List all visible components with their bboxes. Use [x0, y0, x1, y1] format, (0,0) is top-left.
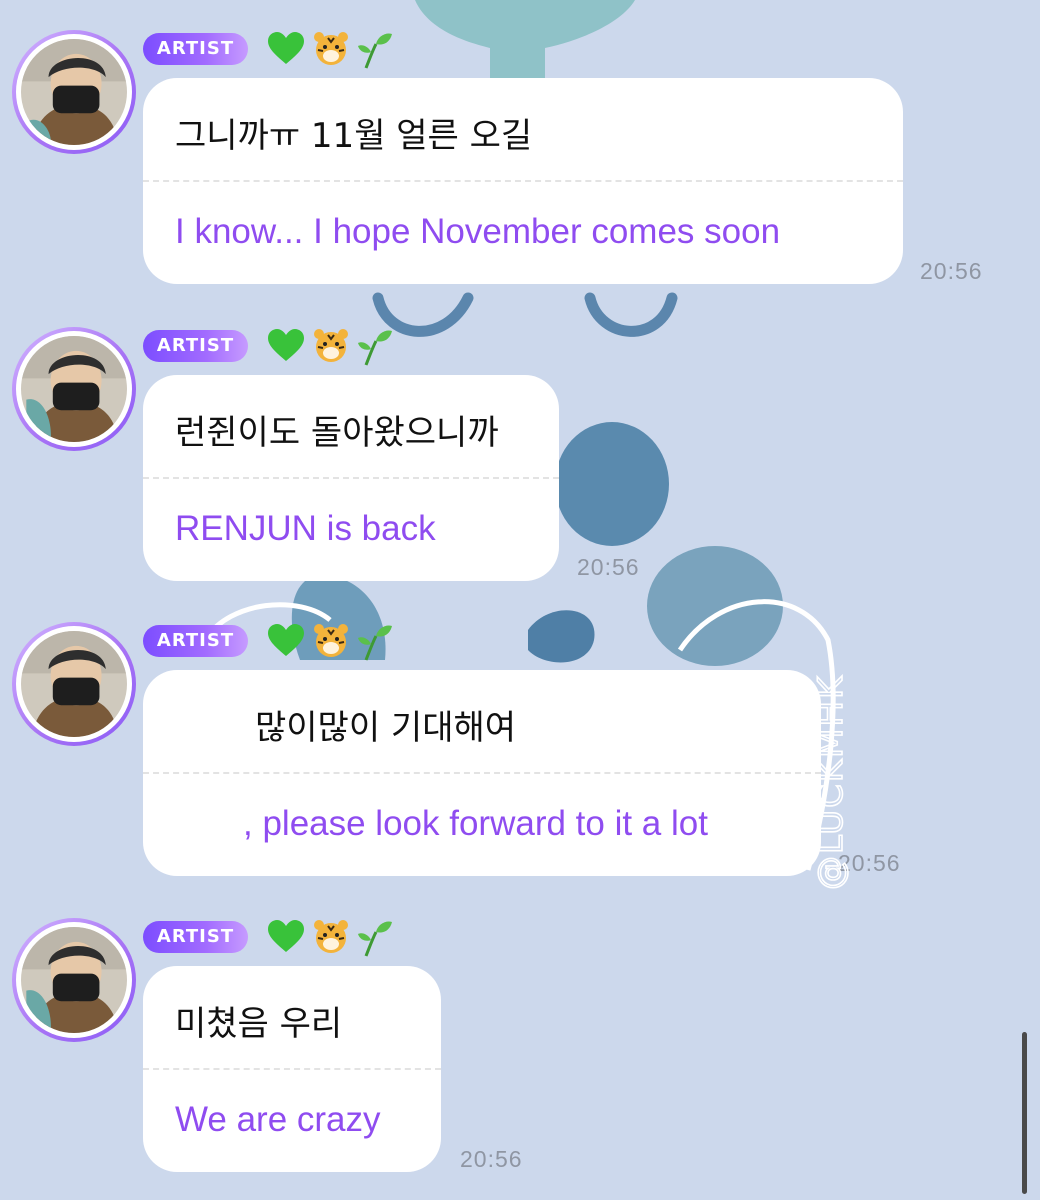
message-2: ARTIST 런쥔이도 돌아왔으니까 RENJUN is back 20:56: [0, 327, 1040, 587]
bubble-divider: [143, 477, 559, 479]
message-bubble[interactable]: 많이많이 기대해여 , please look forward to it a …: [143, 670, 821, 876]
message-timestamp: 20:56: [920, 258, 983, 284]
message-text-translation: I know... I hope November comes soon: [175, 212, 781, 251]
message-3: ARTIST 많이많이 기대해여 , please look forward t…: [0, 622, 1040, 882]
green-heart-icon: [268, 329, 304, 361]
green-heart-icon: [268, 32, 304, 64]
artist-avatar[interactable]: [12, 327, 136, 451]
seedling-icon: [358, 921, 392, 957]
emoji-row: [266, 622, 406, 662]
message-text-korean: 런쥔이도 돌아왔으니까: [175, 413, 499, 453]
artist-badge: ARTIST: [143, 921, 248, 953]
artist-avatar[interactable]: [12, 30, 136, 154]
message-text-translation: RENJUN is back: [175, 509, 436, 548]
artist-badge: ARTIST: [143, 33, 248, 65]
tiger-face-icon: [314, 32, 348, 65]
emoji-row: [266, 918, 406, 958]
bubble-divider: [143, 772, 821, 774]
avatar-photo: [21, 631, 127, 737]
message-timestamp: 20:56: [460, 1146, 523, 1172]
artist-badge: ARTIST: [143, 330, 248, 362]
seedling-icon: [358, 33, 392, 69]
artist-avatar[interactable]: [12, 918, 136, 1042]
avatar-photo: [21, 927, 127, 1033]
message-timestamp: 20:56: [577, 554, 640, 580]
message-text-korean: 미쳤음 우리: [175, 1004, 343, 1044]
tiger-face-icon: [314, 920, 348, 953]
emoji-row: [266, 30, 406, 70]
message-1: ARTIST 그니까ㅠ 11월 얼른 오길 I know... I hope N…: [0, 30, 1040, 290]
artist-badge: ARTIST: [143, 625, 248, 657]
message-text-korean: 그니까ㅠ 11월 얼른 오길: [175, 116, 533, 156]
green-heart-icon: [268, 624, 304, 656]
tiger-face-icon: [314, 329, 348, 362]
emoji-row: [266, 327, 406, 367]
message-4: ARTIST 미쳤음 우리 We are crazy 20:56: [0, 918, 1040, 1188]
tiger-face-icon: [314, 624, 348, 657]
avatar-photo: [21, 336, 127, 442]
scrollbar[interactable]: [1022, 1032, 1027, 1194]
message-bubble[interactable]: 런쥔이도 돌아왔으니까 RENJUN is back: [143, 375, 559, 581]
green-heart-icon: [268, 920, 304, 952]
message-bubble[interactable]: 그니까ㅠ 11월 얼른 오길 I know... I hope November…: [143, 78, 903, 284]
seedling-icon: [358, 330, 392, 366]
message-text-korean: 많이많이 기대해여: [255, 708, 517, 748]
bubble-divider: [143, 180, 903, 182]
message-text-translation: , please look forward to it a lot: [243, 804, 708, 843]
message-text-translation: We are crazy: [175, 1100, 381, 1139]
bubble-divider: [143, 1068, 441, 1070]
artist-avatar[interactable]: [12, 622, 136, 746]
message-bubble[interactable]: 미쳤음 우리 We are crazy: [143, 966, 441, 1172]
avatar-photo: [21, 39, 127, 145]
seedling-icon: [358, 625, 392, 661]
message-timestamp: 20:56: [838, 850, 901, 876]
